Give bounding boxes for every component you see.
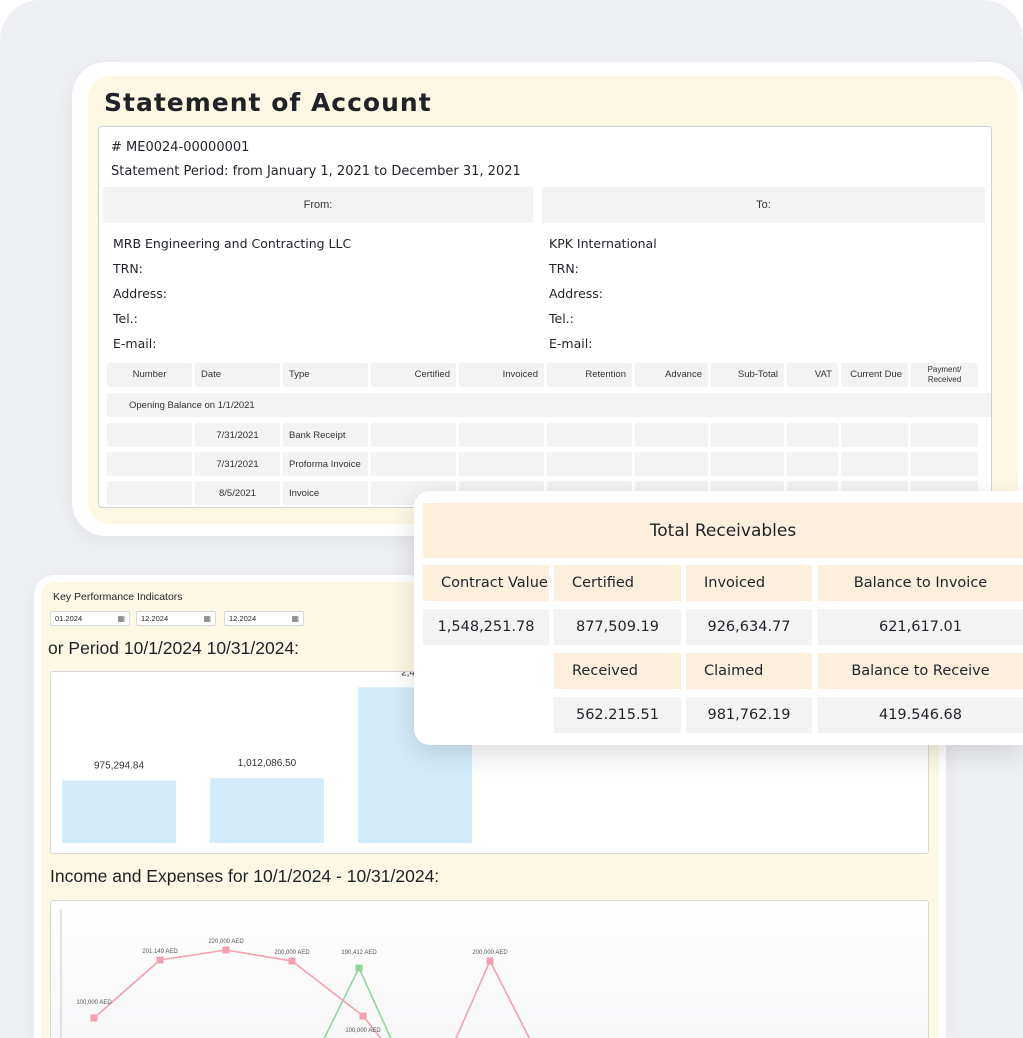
col-advance: Advance [635, 363, 708, 387]
line-chart-svg: 100,000 AED 201,149 AED 220,000 AED 200,000… [60, 909, 531, 1038]
expenses-point [288, 957, 296, 965]
compare-date-value: 12.2024 [229, 614, 257, 623]
value-contract-value: 1,548,251.78 [423, 609, 549, 645]
to-address: Address: [549, 286, 603, 301]
statement-card: Statement of Account # ME0024-00000001 S… [72, 62, 1023, 536]
income-point [355, 964, 363, 972]
row-type: Bank Receipt [283, 423, 368, 447]
col-vat: VAT [787, 363, 838, 387]
row-date: 8/5/2021 [195, 481, 280, 505]
total-receivables-title: Total Receivables [423, 503, 1023, 558]
col-payment-received: Payment/ Received [911, 363, 978, 387]
col-subtotal: Sub-Total [711, 363, 784, 387]
calendar-icon: ▦ [291, 614, 299, 623]
expenses-point [156, 956, 164, 964]
expenses-point [222, 946, 230, 954]
table-row: 7/31/2021 Proforma Invoice [107, 452, 987, 476]
expenses-label: 220,000 AED [208, 939, 244, 945]
statement-inner: Statement of Account # ME0024-00000001 S… [88, 76, 1018, 524]
to-header: To: [542, 187, 985, 223]
header-balance-to-invoice: Balance to Invoice [818, 565, 1023, 601]
calendar-icon: ▦ [117, 614, 125, 623]
calendar-icon: ▦ [203, 614, 211, 623]
bar [210, 778, 324, 843]
expenses-point [90, 1014, 98, 1022]
header-balance-to-receive: Balance to Receive [818, 653, 1023, 689]
row-type: Proforma Invoice [283, 452, 368, 476]
value-claimed: 981,762.19 [686, 697, 812, 733]
value-received: 562.215.51 [554, 697, 681, 733]
end-date-input[interactable]: 12.2024 ▦ [136, 611, 216, 626]
row-date: 7/31/2021 [195, 452, 280, 476]
col-date: Date [195, 363, 280, 387]
compare-date-input[interactable]: 12.2024 ▦ [224, 611, 304, 626]
value-balance-to-invoice: 621,617.01 [818, 609, 1023, 645]
opening-balance-row: Opening Balance on 1/1/2021 [107, 393, 991, 417]
value-certified: 877,509.19 [554, 609, 681, 645]
total-receivables-card: Total Receivables Contract Value Certifi… [414, 491, 1023, 745]
income-label: 190,412 AED [341, 950, 377, 956]
expenses-label: 100,000 AED [76, 1000, 112, 1006]
period-title: or Period 10/1/2024 10/31/2024: [48, 638, 300, 658]
bar [62, 780, 176, 843]
statement-number: # ME0024-00000001 [111, 140, 250, 155]
from-address: Address: [113, 286, 167, 301]
statement-period: Statement Period: from January 1, 2021 t… [111, 164, 521, 179]
statement-document: # ME0024-00000001 Statement Period: from… [98, 126, 992, 508]
expenses-point [359, 1012, 367, 1020]
header-contract-value: Contract Value [423, 565, 549, 601]
income-expenses-title: Income and Expenses for 10/1/2024 - 10/3… [50, 866, 440, 886]
start-date-input[interactable]: 01.2024 ▦ [50, 611, 130, 626]
header-invoiced: Invoiced [686, 565, 812, 601]
to-details: KPK International TRN: Address: Tel.: E-… [549, 231, 657, 356]
table-header: Number Date Type Certified Invoiced Rete… [107, 363, 987, 387]
to-trn: TRN: [549, 261, 579, 276]
table-row: 7/31/2021 Bank Receipt [107, 423, 987, 447]
col-current-due: Current Due [841, 363, 908, 387]
col-number: Number [107, 363, 192, 387]
expenses-label: 201,149 AED [142, 949, 178, 955]
value-balance-to-receive: 419.546.68 [818, 697, 1023, 733]
value-invoiced: 926,634.77 [686, 609, 812, 645]
statement-title: Statement of Account [104, 88, 432, 117]
from-details: MRB Engineering and Contracting LLC TRN:… [113, 231, 351, 356]
to-tel: Tel.: [549, 311, 574, 326]
expenses-point [486, 957, 494, 965]
row-type: Invoice [283, 481, 368, 505]
expenses-label: 200,000 AED [274, 950, 310, 956]
from-trn: TRN: [113, 261, 143, 276]
end-date-value: 12.2024 [141, 614, 169, 623]
start-date-value: 01.2024 [55, 614, 83, 623]
from-name: MRB Engineering and Contracting LLC [113, 236, 352, 251]
col-certified: Certified [371, 363, 456, 387]
expenses-label: 100,000 AED [345, 1028, 381, 1034]
header-received: Received [554, 653, 681, 689]
header-claimed: Claimed [686, 653, 812, 689]
from-tel: Tel.: [113, 311, 138, 326]
bar-label: 1,012,086.50 [238, 758, 297, 769]
to-email: E-mail: [549, 336, 593, 351]
header-certified: Certified [554, 565, 681, 601]
col-type: Type [283, 363, 368, 387]
col-invoiced: Invoiced [459, 363, 544, 387]
row-date: 7/31/2021 [195, 423, 280, 447]
expenses-label: 200,000 AED [472, 950, 508, 956]
from-email: E-mail: [113, 336, 157, 351]
to-name: KPK International [549, 236, 657, 251]
from-header: From: [103, 187, 533, 223]
line-chart: 100,000 AED 201,149 AED 220,000 AED 200,000… [50, 900, 929, 1038]
bar-label: 975,294.84 [94, 761, 144, 772]
kpi-title: Key Performance Indicators [53, 591, 183, 603]
col-retention: Retention [547, 363, 632, 387]
